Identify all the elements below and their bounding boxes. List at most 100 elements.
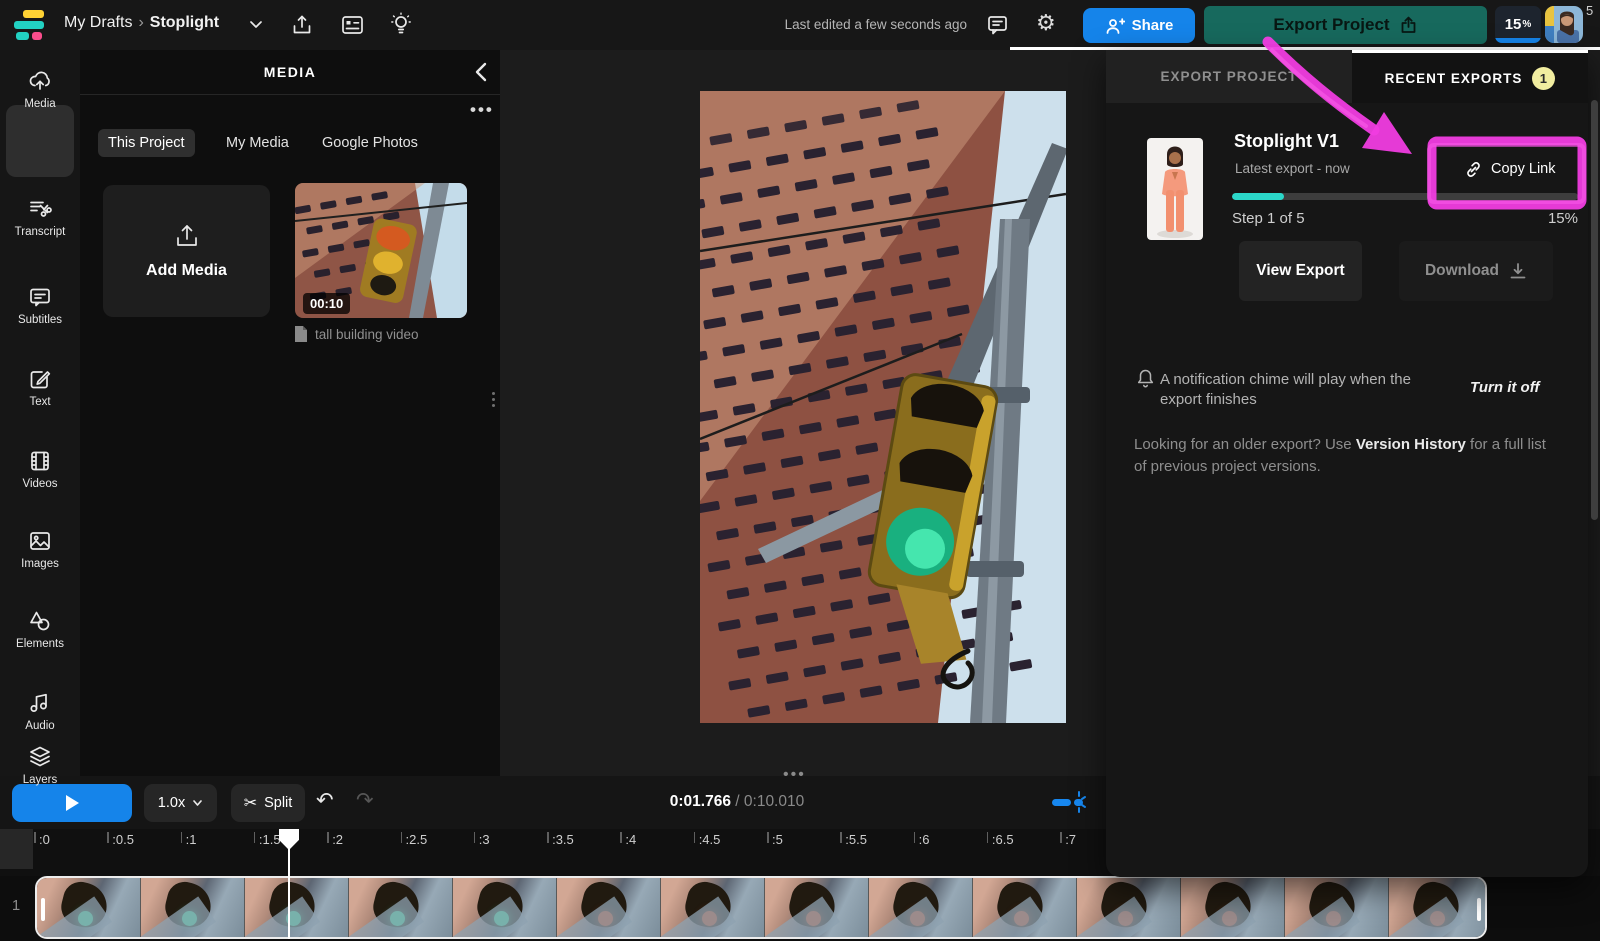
view-export-button[interactable]: View Export (1239, 241, 1362, 301)
clip-trim-handle-right[interactable] (1477, 898, 1481, 921)
comments-icon[interactable] (985, 13, 1010, 37)
sidebar-item-layers[interactable]: Layers (0, 744, 80, 786)
copy-link-button[interactable]: Copy Link (1464, 152, 1555, 186)
filmstrip-frame[interactable] (557, 878, 661, 937)
turn-it-off-link[interactable]: Turn it off (1470, 379, 1539, 396)
recent-exports-count-badge: 1 (1532, 67, 1555, 90)
filmstrip-frame[interactable] (973, 878, 1077, 937)
tab-google-photos[interactable]: Google Photos (312, 129, 428, 157)
kapwing-editor: My Drafts›Stoplight Last edited a few se… (0, 0, 1600, 941)
tab-label: This Project (108, 135, 185, 151)
media-item-caption[interactable]: tall building video (294, 326, 419, 342)
tab-this-project[interactable]: This Project (98, 129, 195, 157)
breadcrumb-project[interactable]: Stoplight (150, 14, 219, 31)
sidebar-item-subtitles[interactable]: Subtitles (0, 284, 80, 326)
export-progress-badge[interactable]: 15% (1495, 6, 1541, 43)
share-button[interactable]: Share (1083, 8, 1195, 43)
sidebar-item-transcript[interactable]: Transcript (0, 196, 80, 238)
sidebar-item-images[interactable]: Images (0, 528, 80, 570)
breadcrumb-folder[interactable]: My Drafts (64, 14, 132, 31)
export-thumbnail[interactable] (1147, 138, 1203, 240)
ruler-tick-label: :7 (1065, 832, 1076, 847)
sidebar-item-label: Transcript (15, 226, 66, 238)
ruler-tick (401, 832, 403, 843)
filmstrip-frame[interactable] (1285, 878, 1389, 937)
sidebar-item-media[interactable]: Media (0, 68, 80, 110)
timeline-fit-icon[interactable] (1048, 788, 1088, 816)
project-menu-chevron-icon[interactable] (248, 19, 264, 31)
tab-my-media[interactable]: My Media (216, 129, 299, 157)
subtitles-icon (27, 284, 53, 310)
tab-label: EXPORT PROJECT (1160, 69, 1297, 84)
filmstrip-frame[interactable] (141, 878, 245, 937)
video-file-icon (294, 326, 308, 342)
media-item-name: tall building video (315, 327, 419, 342)
text-pencil-icon (27, 366, 53, 392)
panel-resize-handle[interactable] (492, 392, 495, 407)
notification-chime-message: A notification chime will play when the … (1160, 370, 1440, 410)
scissors-icon: ✂ (244, 793, 257, 813)
sidebar-item-text[interactable]: Text (0, 366, 80, 408)
filmstrip-frame[interactable] (1181, 878, 1285, 937)
copy-link-label: Copy Link (1491, 161, 1555, 177)
sidebar-item-label: Layers (23, 774, 58, 786)
playback-speed-button[interactable]: 1.0x (144, 784, 217, 822)
export-status: Latest export - now (1235, 161, 1350, 176)
ruler-tick-label: :3.5 (552, 832, 574, 847)
media-item-duration-badge: 00:10 (303, 293, 350, 314)
filmstrip-frame[interactable] (453, 878, 557, 937)
export-percent-text: 15% (1478, 210, 1578, 227)
view-export-label: View Export (1256, 262, 1344, 280)
undo-button[interactable]: ↶ (316, 788, 334, 813)
sidebar-item-elements[interactable]: Elements (0, 608, 80, 650)
filmstrip-frame[interactable] (661, 878, 765, 937)
redo-button[interactable]: ↷ (356, 788, 374, 813)
media-more-options-icon[interactable]: ••• (470, 100, 494, 120)
sidebar-item-audio[interactable]: Audio (0, 690, 80, 732)
sidebar-item-label: Audio (25, 720, 54, 732)
time-divider: / (731, 793, 744, 810)
ruler-tick (620, 832, 622, 843)
add-media-button[interactable]: Add Media (103, 185, 270, 317)
keyboard-shortcuts-icon[interactable] (340, 14, 365, 36)
video-preview[interactable] (700, 91, 1066, 723)
share-button-label: Share (1132, 17, 1174, 34)
filmstrip-frame[interactable] (765, 878, 869, 937)
filmstrip-frame[interactable] (349, 878, 453, 937)
timeline-track-row: 1 (0, 876, 1600, 941)
lightbulb-icon[interactable] (388, 11, 414, 38)
user-avatar[interactable] (1545, 6, 1583, 43)
export-title: Stoplight V1 (1234, 131, 1339, 152)
media-panel-header: MEDIA (80, 50, 500, 95)
filmstrip-frame[interactable] (245, 878, 349, 937)
tab-recent-exports[interactable]: RECENT EXPORTS 1 (1352, 50, 1588, 103)
filmstrip-frame[interactable] (1389, 878, 1487, 937)
panel-scrollbar[interactable] (1591, 100, 1598, 520)
export-panel: EXPORT PROJECT RECENT EXPORTS 1 Stopligh… (1106, 50, 1588, 877)
filmstrip-frame[interactable] (869, 878, 973, 937)
download-button[interactable]: Download (1399, 241, 1553, 301)
play-button[interactable] (12, 784, 132, 822)
tab-label: My Media (226, 135, 289, 151)
split-button[interactable]: ✂ Split (231, 784, 305, 822)
bell-icon (1136, 368, 1155, 389)
filmstrip-frame[interactable] (1077, 878, 1181, 937)
chevron-down-icon (192, 799, 203, 807)
tab-export-project[interactable]: EXPORT PROJECT (1106, 50, 1352, 103)
videos-film-icon (27, 448, 53, 474)
sidebar-item-videos[interactable]: Videos (0, 448, 80, 490)
version-history-link[interactable]: Version History (1356, 436, 1466, 453)
upload-icon[interactable] (290, 13, 314, 37)
export-step-text: Step 1 of 5 (1232, 210, 1305, 227)
clip-trim-handle-left[interactable] (41, 898, 45, 921)
total-time: 0:10.010 (744, 793, 804, 810)
filmstrip-frame[interactable] (37, 878, 141, 937)
collapse-panel-icon[interactable] (473, 61, 489, 83)
app-logo[interactable] (14, 10, 52, 40)
settings-gear-icon[interactable]: ⚙ (1036, 10, 1056, 36)
share-person-icon (1105, 17, 1125, 35)
ruler-tick (34, 832, 36, 843)
video-clip-filmstrip[interactable] (35, 876, 1487, 939)
ruler-label-fragment: 5 (1586, 3, 1593, 18)
export-project-button[interactable]: Export Project (1204, 6, 1487, 44)
